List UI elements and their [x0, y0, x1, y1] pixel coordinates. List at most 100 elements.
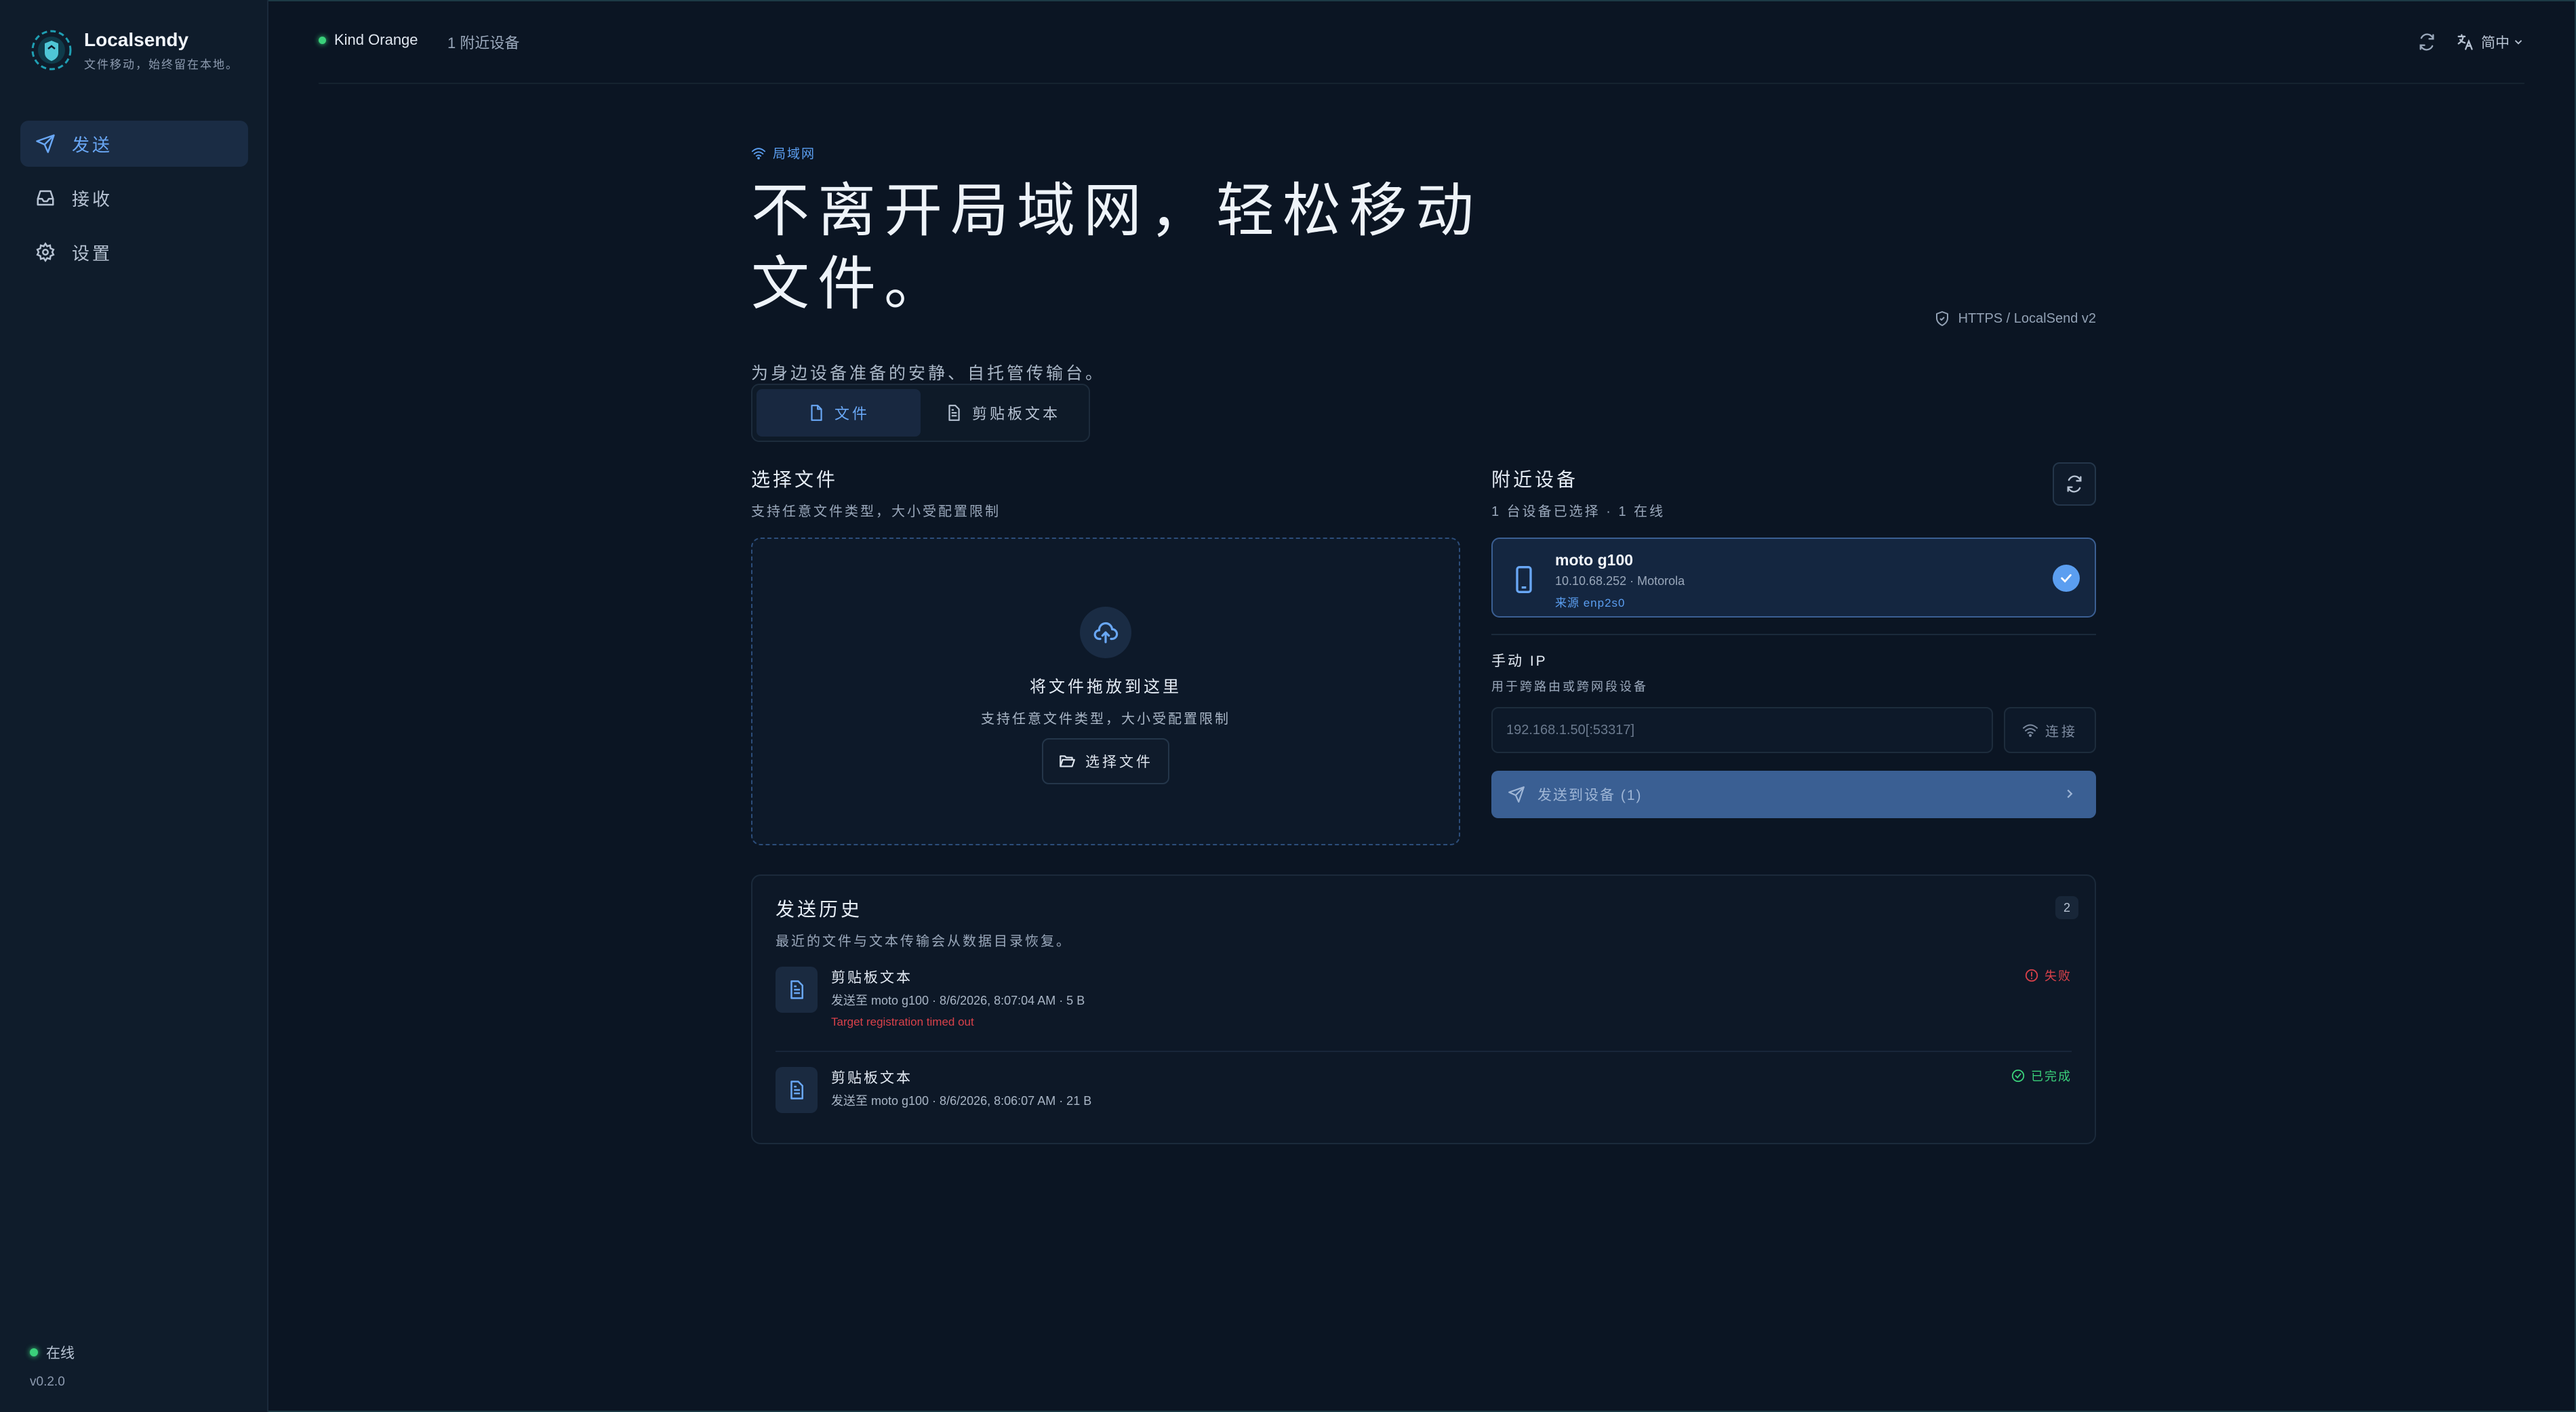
status-badge-failed: 失败 — [2024, 967, 2072, 984]
online-dot-icon — [30, 1348, 38, 1356]
top-actions: 简中 — [2412, 27, 2524, 57]
ip-address-input[interactable] — [1491, 707, 1993, 753]
chevron-down-icon — [2514, 40, 2522, 45]
sidebar-nav: 发送 接收 设置 — [20, 121, 248, 283]
current-device: Kind Orange — [319, 31, 418, 49]
sidebar-item-receive[interactable]: 接收 — [20, 175, 248, 221]
brand[interactable]: Localsendy 文件移动，始终留在本地。 — [30, 28, 239, 72]
tab-label: 文件 — [834, 405, 870, 422]
sidebar-item-label: 设置 — [72, 243, 113, 264]
app-name: Localsendy — [84, 28, 189, 50]
folder-open-icon — [1060, 755, 1075, 767]
send-icon — [1508, 786, 1525, 803]
check-circle-icon — [2011, 1069, 2025, 1083]
connect-button[interactable]: 连接 — [2004, 707, 2096, 753]
wifi-icon — [751, 147, 766, 159]
refresh-icon — [2067, 475, 2082, 493]
smartphone-icon — [1516, 566, 1532, 593]
topbar: Kind Orange 1 附近设备 简中 — [268, 0, 2576, 83]
tab-files[interactable]: 文件 — [757, 389, 921, 437]
send-label: 发送到设备 (1) — [1537, 788, 1643, 803]
sidebar-item-settings[interactable]: 设置 — [20, 229, 248, 275]
online-label: 在线 — [46, 1346, 75, 1361]
chevron-right-icon — [2067, 789, 2073, 799]
device-source: 来源 enp2s0 — [1555, 597, 1626, 609]
protocol-badge: HTTPS / LocalSend v2 — [1934, 310, 2096, 327]
history-subtitle: 最近的文件与文本传输会从数据目录恢复。 — [776, 934, 1072, 949]
device-name: moto g100 — [1555, 551, 1634, 569]
sidebar: Localsendy 文件移动，始终留在本地。 发送 接收 设置 在线 v0.2… — [0, 0, 268, 1412]
page-subtitle: 为身边设备准备的安静、自托管传输台。 — [751, 363, 1106, 383]
file-dropzone[interactable]: 将文件拖放到这里 支持任意文件类型，大小受配置限制 选择文件 — [751, 538, 1460, 845]
tab-label: 剪贴板文本 — [971, 405, 1060, 422]
dropzone-subtitle: 支持任意文件类型，大小受配置限制 — [981, 712, 1230, 727]
send-icon — [36, 134, 55, 153]
alert-circle-icon — [2025, 969, 2038, 982]
lan-tag-label: 局域网 — [773, 147, 816, 161]
online-status: 在线 — [30, 1342, 75, 1363]
history-row-meta: 发送至 moto g100 · 8/6/2026, 8:07:04 AM · 5… — [831, 994, 1085, 1007]
tab-clipboard-text[interactable]: 剪贴板文本 — [921, 389, 1085, 437]
status-label: 已完成 — [2031, 1070, 2072, 1083]
send-to-device-button[interactable]: 发送到设备 (1) — [1491, 771, 2096, 818]
nearby-count: 1 附近设备 — [447, 35, 520, 52]
nearby-subtitle: 1 台设备已选择 · 1 在线 — [1491, 504, 1666, 519]
app-tagline: 文件移动，始终留在本地。 — [84, 58, 239, 71]
clipboard-text-icon — [776, 967, 818, 1013]
device-card[interactable]: moto g100 10.10.68.252 · Motorola 来源 enp… — [1491, 538, 2096, 618]
nearby-title: 附近设备 — [1491, 469, 1579, 490]
section-divider — [1491, 634, 2096, 635]
language-label: 简中 — [2481, 35, 2510, 51]
file-section-title: 选择文件 — [751, 469, 839, 490]
device-online-dot-icon — [319, 36, 326, 44]
lan-tag: 局域网 — [751, 144, 2096, 162]
manual-ip-title: 手动 IP — [1491, 653, 1548, 669]
device-name: Kind Orange — [334, 31, 418, 48]
protocol-label: HTTPS / LocalSend v2 — [1958, 310, 2096, 326]
clipboard-text-icon — [948, 405, 960, 421]
topbar-divider — [319, 83, 2524, 84]
status-badge-done: 已完成 — [2011, 1067, 2072, 1085]
history-count-badge: 2 — [2055, 896, 2078, 919]
selected-check-icon[interactable] — [2053, 565, 2080, 592]
status-label: 失败 — [2045, 969, 2072, 983]
file-section-subtitle: 支持任意文件类型，大小受配置限制 — [751, 504, 1001, 519]
history-row-error: Target registration timed out — [831, 1015, 974, 1028]
app-version: v0.2.0 — [30, 1375, 65, 1389]
sidebar-item-label: 接收 — [72, 188, 113, 209]
history-row-title: 剪贴板文本 — [831, 970, 912, 986]
history-row-meta: 发送至 moto g100 · 8/6/2026, 8:06:07 AM · 2… — [831, 1094, 1092, 1108]
language-switcher[interactable]: 简中 — [2455, 32, 2524, 52]
history-row[interactable]: 剪贴板文本 发送至 moto g100 · 8/6/2026, 8:07:04 … — [776, 964, 2072, 1052]
history-row[interactable]: 剪贴板文本 发送至 moto g100 · 8/6/2026, 8:06:07 … — [776, 1064, 2072, 1152]
nearby-devices-section: 附近设备 1 台设备已选择 · 1 在线 moto g100 10.10.68.… — [1491, 462, 2096, 818]
wifi-icon — [2023, 724, 2038, 737]
manual-ip-row: 连接 — [1491, 707, 2096, 753]
gear-icon — [36, 242, 55, 262]
clipboard-text-icon — [776, 1067, 818, 1113]
file-select-section: 选择文件 支持任意文件类型，大小受配置限制 将文件拖放到这里 支持任意文件类型，… — [751, 465, 1460, 845]
device-address: 10.10.68.252 · Motorola — [1555, 574, 1685, 588]
page-title: 不离开局域网，轻松移动文件。 — [751, 178, 1482, 317]
inbox-icon — [37, 190, 54, 206]
send-history-panel: 发送历史 最近的文件与文本传输会从数据目录恢复。 2 剪贴板文本 发送至 mot… — [751, 874, 2096, 1144]
choose-file-button[interactable]: 选择文件 — [1042, 738, 1169, 784]
sidebar-item-label: 发送 — [72, 134, 113, 155]
choose-file-label: 选择文件 — [1085, 754, 1153, 770]
sidebar-item-send[interactable]: 发送 — [20, 121, 248, 167]
history-title: 发送历史 — [776, 899, 863, 920]
manual-ip-subtitle: 用于跨路由或跨网段设备 — [1491, 680, 1648, 693]
refresh-icon — [2419, 33, 2434, 51]
shield-icon — [1935, 311, 1948, 326]
connect-label: 连接 — [2045, 724, 2078, 740]
upload-cloud-icon — [1080, 607, 1131, 658]
main-content: 局域网 不离开局域网，轻松移动文件。 为身边设备准备的安静、自托管传输台。 HT… — [751, 144, 2096, 1144]
dropzone-title: 将文件拖放到这里 — [1030, 678, 1182, 696]
refresh-devices-button[interactable] — [2053, 462, 2096, 506]
history-row-title: 剪贴板文本 — [831, 1070, 912, 1086]
app-logo-icon — [31, 30, 72, 70]
mode-tabs: 文件 剪贴板文本 — [751, 384, 1090, 442]
translate-icon — [2457, 34, 2473, 50]
file-icon — [811, 405, 822, 421]
refresh-button[interactable] — [2412, 27, 2442, 57]
